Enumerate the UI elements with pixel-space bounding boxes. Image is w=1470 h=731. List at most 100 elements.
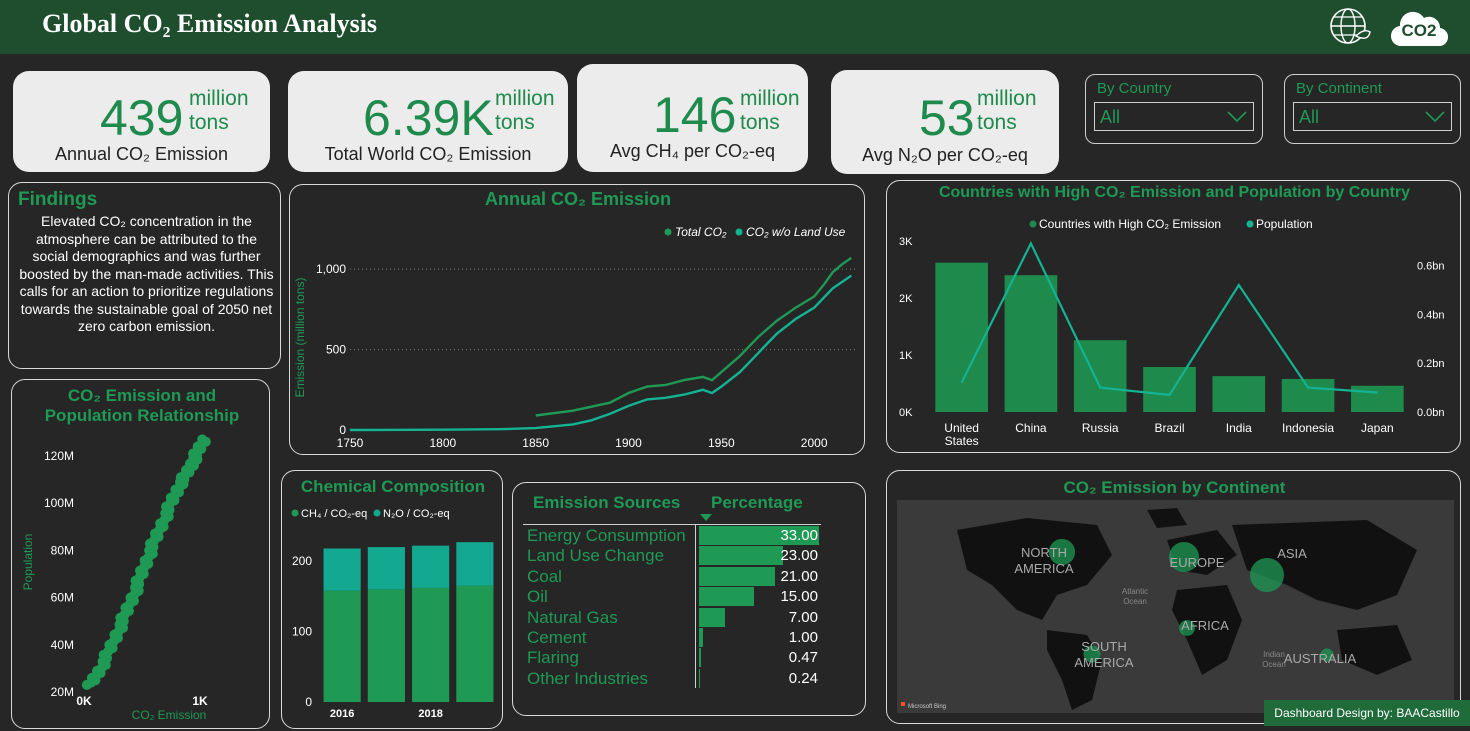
kpi-unit: million bbox=[189, 87, 249, 110]
header-divider bbox=[523, 524, 821, 525]
bar bbox=[1212, 376, 1266, 412]
map-label: Indian bbox=[1263, 650, 1285, 659]
map-label: EUROPE bbox=[1170, 555, 1225, 570]
map-label: AFRICA bbox=[1181, 618, 1229, 633]
percentage-bar bbox=[699, 607, 725, 627]
x-tick-label: Russia bbox=[1082, 421, 1119, 435]
scatter-card: CO₂ Emission and Population Relationship… bbox=[11, 379, 270, 729]
x-tick-label: 1800 bbox=[429, 436, 456, 450]
bing-logo bbox=[901, 702, 905, 706]
y-tick-label: 80M bbox=[51, 543, 74, 557]
x-tick-label: India bbox=[1226, 421, 1252, 435]
map-label: NORTH bbox=[1021, 545, 1067, 560]
x-tick-label: Japan bbox=[1361, 421, 1394, 435]
sources-col-header: Emission Sources bbox=[533, 493, 681, 512]
scatter-chart: 20M 40M 60M 80M 100M 120M 0K 1KCO₂ Emission Popu… bbox=[21, 434, 211, 722]
x-tick-label: Indonesia bbox=[1282, 421, 1334, 435]
kpi-label: Avg CH₄ per CO₂-eq bbox=[609, 141, 776, 161]
x-tick-label: States bbox=[945, 434, 979, 448]
stacked-bar bbox=[412, 587, 450, 702]
scatter-point bbox=[197, 434, 208, 445]
country-dropdown[interactable]: All bbox=[1094, 102, 1254, 131]
sort-desc-icon bbox=[700, 514, 712, 521]
source-name: Cement bbox=[527, 628, 587, 647]
column-divider bbox=[695, 525, 696, 688]
map-label: Ocean bbox=[1262, 660, 1286, 669]
y-tick-label: 100M bbox=[44, 496, 74, 510]
percentage-bar bbox=[699, 668, 700, 688]
kpi-value: 53 bbox=[919, 90, 975, 146]
legend-dot bbox=[291, 509, 299, 517]
kpi-unit: tons bbox=[977, 111, 1017, 134]
y-tick-label: 100 bbox=[292, 625, 312, 639]
countries-chart: 0K 1K 2K 3K 0.0bn 0.2bn 0.4bn 0.6bn UnitedStates… bbox=[899, 217, 1445, 448]
y2-tick-label: 0.2bn bbox=[1417, 358, 1445, 370]
stacked-bar bbox=[367, 547, 405, 590]
map-label: Atlantic bbox=[1122, 587, 1148, 596]
percentage-col-header[interactable]: Percentage bbox=[711, 493, 803, 513]
x-axis-label: CO₂ Emission bbox=[132, 708, 207, 722]
dropdown-value: All bbox=[1299, 107, 1320, 127]
kpi-annual-co2: 439 million tons Annual CO₂ Emission bbox=[13, 71, 270, 172]
kpi-unit: million bbox=[495, 87, 555, 110]
header-bar: Global CO₂ Emission Analysis CO2 bbox=[0, 0, 1470, 54]
kpi-label: Total World CO₂ Emission bbox=[324, 144, 532, 164]
continent-slicer: By Continent All bbox=[1284, 74, 1461, 144]
continent-bubble bbox=[1250, 558, 1284, 592]
source-name: Land Use Change bbox=[527, 546, 665, 566]
legend-label: N₂O / CO₂-eq bbox=[383, 508, 450, 520]
x-tick-label: United bbox=[944, 421, 979, 435]
x-tick-label: 1850 bbox=[522, 436, 549, 450]
percentage-bar bbox=[699, 648, 701, 668]
slicer-label: By Continent bbox=[1296, 80, 1382, 97]
continent-map[interactable]: NORTHAMERICA EUROPEASIAAFRICASOUTHAMERICA… bbox=[897, 500, 1454, 713]
kpi-value: 6.39K bbox=[363, 90, 494, 146]
map-label: AUSTRALIA bbox=[1284, 651, 1357, 666]
chemical-card: Chemical Composition 0 100 200 2016 2018 CH₄ … bbox=[281, 470, 503, 729]
country-slicer: By Country All bbox=[1085, 74, 1263, 144]
source-name: Coal bbox=[527, 566, 562, 586]
legend-dot bbox=[735, 228, 743, 236]
series-line bbox=[349, 274, 852, 432]
co2-cloud-icon: CO2 bbox=[1391, 11, 1448, 47]
percentage-value: 7.00 bbox=[788, 608, 818, 626]
x-tick-label: 1750 bbox=[337, 436, 364, 450]
stacked-bar bbox=[323, 548, 361, 591]
bar bbox=[1281, 378, 1335, 412]
x-tick-label: 1900 bbox=[615, 436, 642, 450]
y-tick-label: 500 bbox=[326, 343, 346, 357]
y-tick-label: 1,000 bbox=[316, 262, 346, 276]
percentage-bar bbox=[699, 566, 776, 586]
legend-label: CH₄ / CO₂-eq bbox=[301, 508, 367, 520]
chart-title: CO₂ Emission by Continent bbox=[1063, 478, 1286, 497]
percentage-value: 1.00 bbox=[788, 629, 818, 646]
map-attribution: Microsoft Bing bbox=[908, 704, 946, 710]
chevron-down-icon bbox=[1227, 111, 1247, 123]
bar bbox=[1004, 275, 1058, 412]
source-name: Flaring bbox=[527, 648, 579, 668]
stacked-bar bbox=[412, 545, 450, 588]
percentage-value: 15.00 bbox=[780, 588, 818, 606]
continent-dropdown[interactable]: All bbox=[1293, 102, 1452, 131]
x-tick-label: 2000 bbox=[801, 436, 828, 450]
x-tick-label: 1950 bbox=[708, 436, 735, 450]
y-tick-label: 120M bbox=[44, 449, 74, 463]
bar bbox=[935, 262, 988, 412]
kpi-unit: million bbox=[740, 87, 800, 110]
globe-icon bbox=[1330, 8, 1371, 44]
map-label: AMERICA bbox=[1074, 655, 1134, 670]
kpi-unit: tons bbox=[189, 111, 229, 134]
legend-dot bbox=[1029, 220, 1037, 228]
design-credit: Dashboard Design by: BAACastillo bbox=[1264, 700, 1470, 726]
y-axis-label: Population bbox=[21, 534, 35, 591]
legend-label: Total CO₂ bbox=[675, 225, 727, 239]
svg-text:CO2: CO2 bbox=[1402, 21, 1437, 40]
kpi-value: 146 bbox=[653, 87, 737, 143]
kpi-avg-ch4: 146 million tons Avg CH₄ per CO₂-eq bbox=[577, 64, 808, 172]
x-tick-label: 2016 bbox=[330, 708, 354, 720]
percentage-value: 0.24 bbox=[788, 669, 818, 687]
legend-dot bbox=[373, 509, 381, 517]
legend-label: CO₂ w/o Land Use bbox=[746, 225, 846, 239]
page-title: Global CO₂ Emission Analysis bbox=[42, 9, 378, 38]
source-name: Natural Gas bbox=[527, 607, 618, 627]
